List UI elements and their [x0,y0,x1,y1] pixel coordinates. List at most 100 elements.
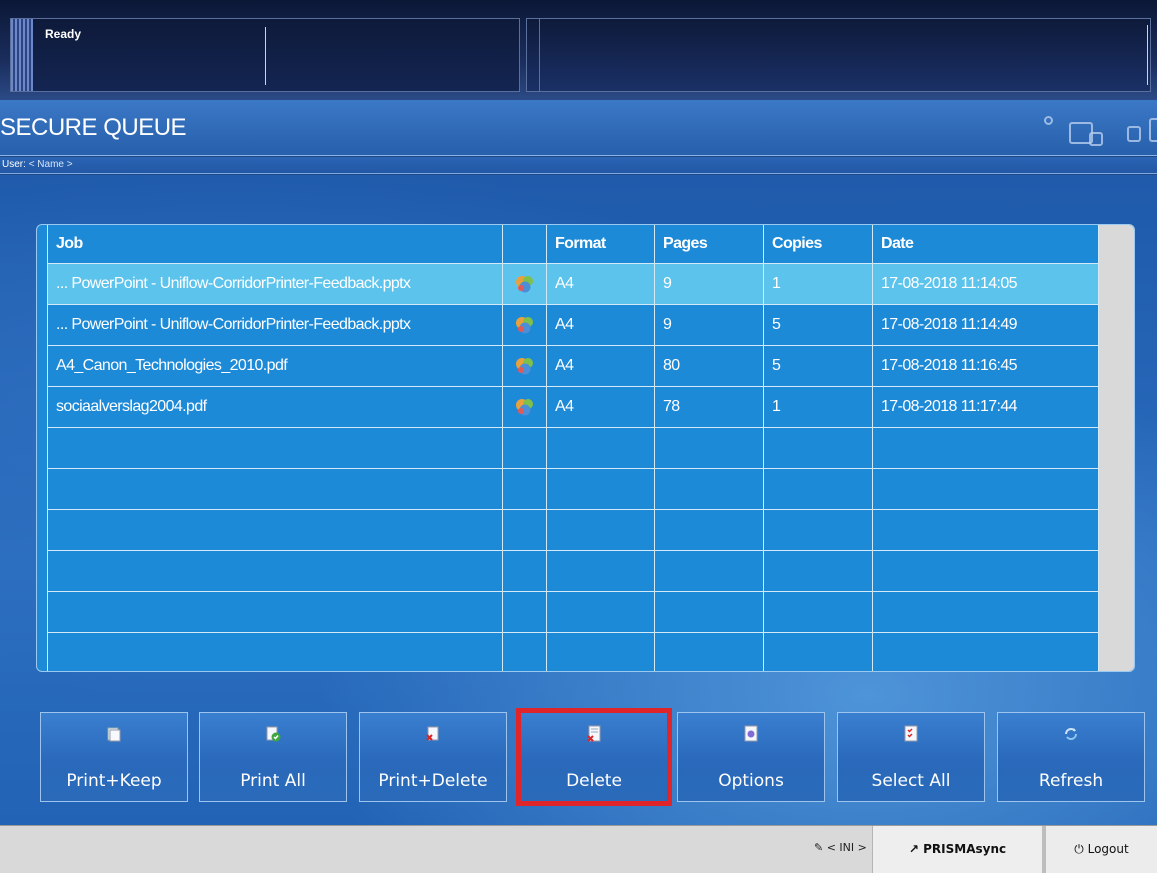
empty-cell [654,549,764,592]
table-row-empty [47,549,1099,592]
empty-cell [872,590,1099,633]
empty-cell [546,549,655,592]
print-delete-button[interactable]: Print+Delete [359,712,507,802]
job-cell: sociaalverslag2004.pdf [47,385,503,428]
empty-cell [654,590,764,633]
date-cell: 17-08-2018 11:14:49 [872,303,1099,346]
tool-icon: ✎ [814,841,824,854]
footer-bar: ✎ < INI > ↗ PRISMAsync ⏻ Logout [0,825,1157,873]
copies-cell: 1 [763,262,873,305]
empty-cell [502,590,547,633]
table-row[interactable]: A4_Canon_Technologies_2010.pdf A4 80 5 17-08… [47,344,1099,387]
print-all-button[interactable]: Print All [199,712,347,802]
empty-cell [502,467,547,510]
prismasync-label: PRISMAsync [923,842,1007,856]
prismasync-button[interactable]: ↗ PRISMAsync [872,826,1042,873]
empty-cell [872,549,1099,592]
copies-cell: 1 [763,385,873,428]
empty-cell [654,467,764,510]
format-cell: A4 [546,303,655,346]
empty-cell [872,631,1099,671]
job-cell: A4_Canon_Technologies_2010.pdf [47,344,503,387]
empty-cell [546,426,655,469]
document-icon [514,358,536,377]
empty-cell [502,508,547,551]
user-name: < Name > [28,159,73,170]
job-table-grid: Job Format Pages Copies Date ... PowerPo… [47,225,1099,671]
logout-button[interactable]: ⏻ Logout [1042,826,1157,873]
ini-indicator[interactable]: ✎ < INI > [814,841,867,854]
empty-cell [654,631,764,671]
date-cell: 17-08-2018 11:14:05 [872,262,1099,305]
empty-cell [654,508,764,551]
divider [539,19,540,91]
job-table: Job Format Pages Copies Date ... PowerPo… [36,224,1135,672]
button-label: Select All [871,771,951,791]
empty-cell [502,631,547,671]
table-row[interactable]: ... PowerPoint - Uniflow-CorridorPrinter… [47,262,1099,305]
status-box: Ready [10,18,520,92]
empty-cell [763,549,873,592]
empty-cell [872,508,1099,551]
status-stripe [11,19,33,91]
window-icon [1044,116,1053,125]
column-header-icon [502,225,547,264]
column-header-copies[interactable]: Copies [763,225,873,264]
empty-cell [47,549,503,592]
format-cell: A4 [546,262,655,305]
icon-cell [502,303,547,346]
options-button[interactable]: Options [677,712,825,802]
table-row-empty [47,508,1099,551]
logout-label: Logout [1087,842,1129,856]
empty-cell [502,426,547,469]
button-label: Options [718,771,784,791]
document-icon [514,399,536,418]
date-cell: 17-08-2018 11:17:44 [872,385,1099,428]
delete-button[interactable]: Delete [516,708,672,806]
page-header: SECURE QUEUE [0,100,1157,156]
button-label: Print All [240,771,306,791]
button-label: Refresh [1038,771,1104,791]
empty-cell [763,590,873,633]
status-panel: Ready [0,0,1157,100]
status-box-secondary [526,18,1151,92]
empty-cell [546,467,655,510]
empty-cell [47,508,503,551]
pages-cell: 78 [654,385,764,428]
delete-icon [521,725,667,747]
table-row-empty [47,590,1099,633]
empty-cell [763,426,873,469]
refresh-button[interactable]: Refresh [997,712,1145,802]
empty-cell [546,631,655,671]
table-row[interactable]: ... PowerPoint - Uniflow-CorridorPrinter… [47,303,1099,346]
table-row[interactable]: sociaalverslag2004.pdf A4 78 1 17-08-2018 11… [47,385,1099,428]
icon-cell [502,344,547,387]
scrollbar[interactable] [1096,225,1134,671]
select-all-icon [838,725,984,747]
user-label: User: [2,159,26,170]
button-label: Delete [566,771,622,791]
job-cell: ... PowerPoint - Uniflow-CorridorPrinter… [47,262,503,305]
print-keep-icon [41,725,187,747]
empty-cell [763,631,873,671]
window-icon [1127,126,1141,142]
document-icon [514,276,536,295]
button-label: Print+Delete [378,771,488,791]
print-keep-button[interactable]: Print+Keep [40,712,188,802]
copies-cell: 5 [763,303,873,346]
empty-cell [47,631,503,671]
user-bar: User: < Name > [0,157,1157,174]
empty-cell [47,590,503,633]
table-row-empty [47,467,1099,510]
column-header-date[interactable]: Date [872,225,1099,264]
format-cell: A4 [546,385,655,428]
page-title: SECURE QUEUE [0,114,187,141]
button-label: Print+Keep [66,771,162,791]
icon-cell [502,262,547,305]
select-all-button[interactable]: Select All [837,712,985,802]
pages-cell: 80 [654,344,764,387]
column-header-job[interactable]: Job [47,225,503,264]
column-header-format[interactable]: Format [546,225,655,264]
column-header-pages[interactable]: Pages [654,225,764,264]
pages-cell: 9 [654,262,764,305]
